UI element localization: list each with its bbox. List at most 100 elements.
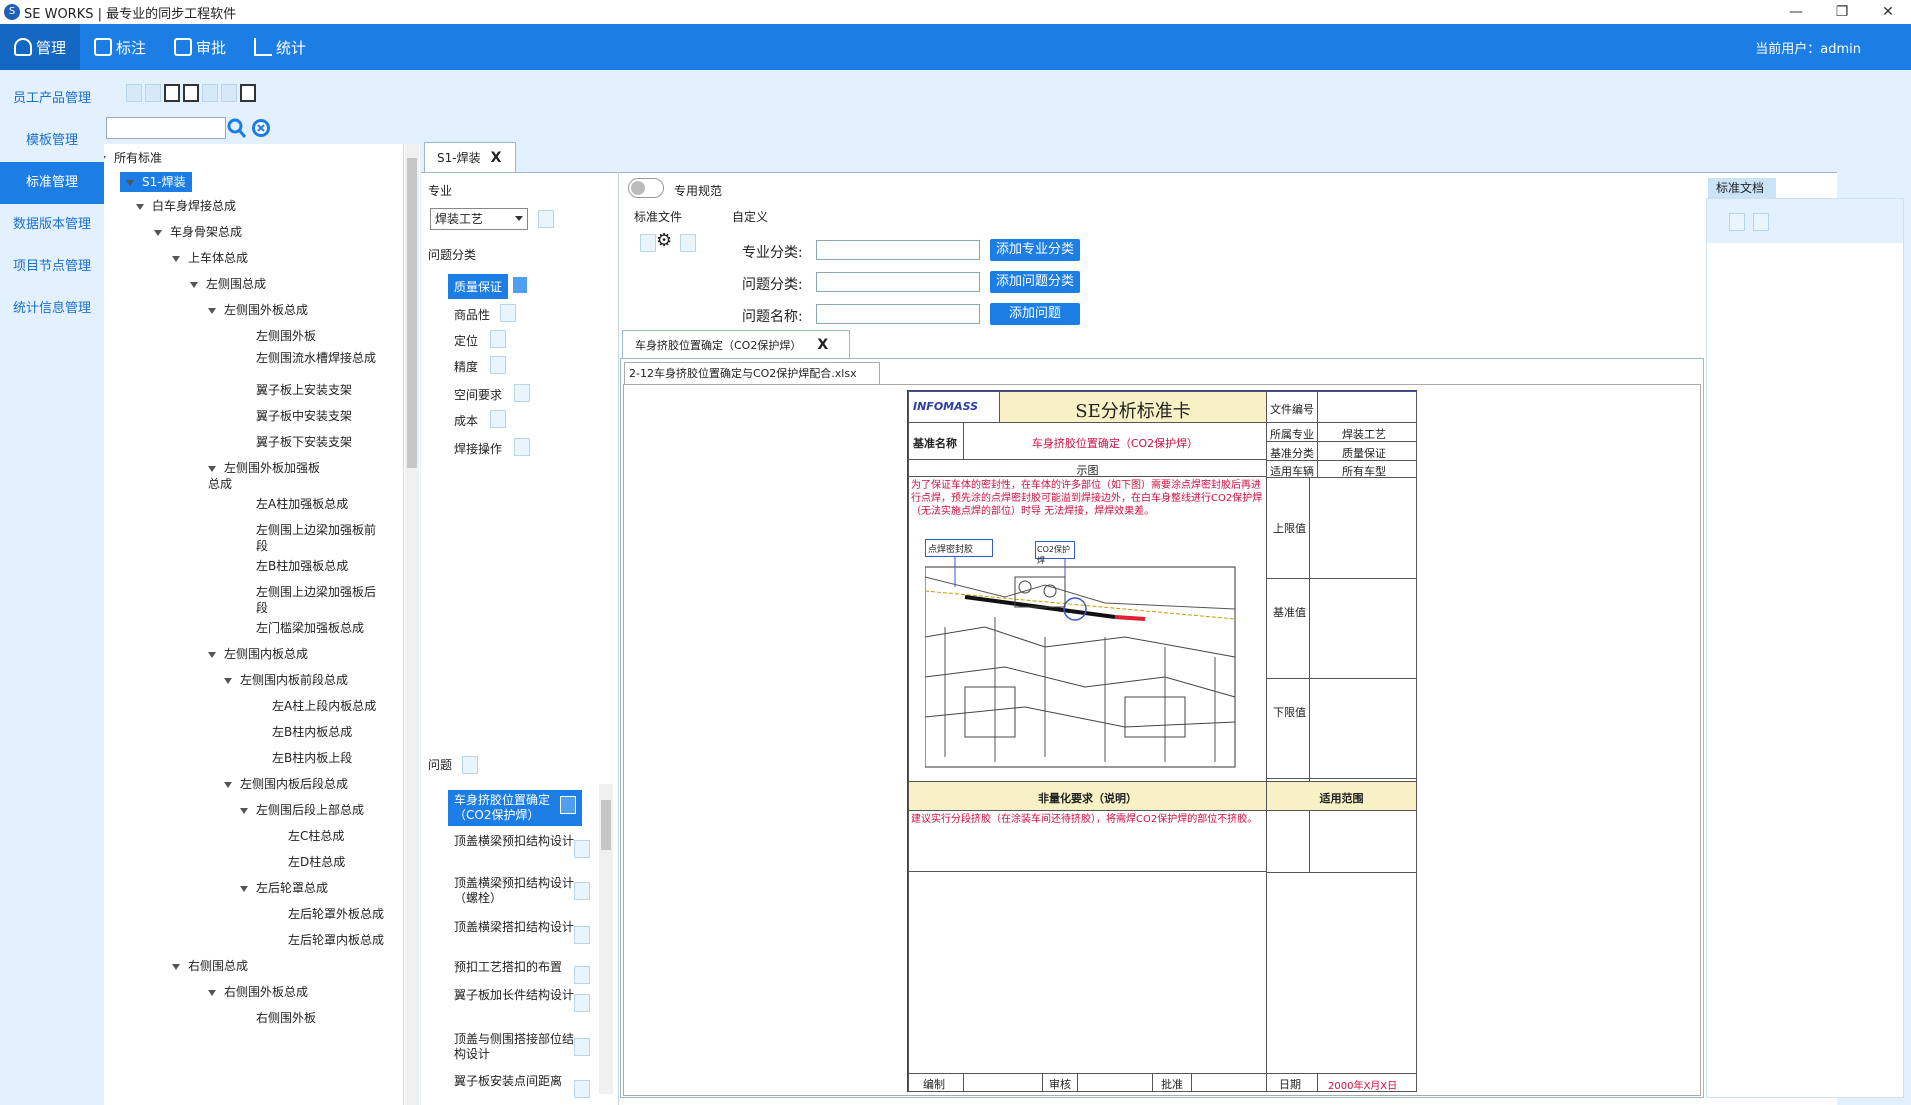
expand-triangle-icon[interactable] [136, 203, 144, 210]
expand-triangle-icon[interactable] [208, 651, 216, 658]
tree-search-input[interactable] [106, 117, 226, 139]
expand-triangle-icon[interactable] [172, 963, 180, 970]
tree-scrollbar[interactable] [405, 144, 419, 1105]
category-item[interactable]: 空间要求 [454, 386, 502, 403]
save-icon[interactable] [221, 84, 237, 102]
expand-triangle-icon[interactable] [224, 781, 232, 788]
delete-doc-icon[interactable] [1753, 213, 1769, 231]
tab-file[interactable]: 2-12车身挤胶位置确定与CO2保护焊配合.xlsx [624, 362, 880, 384]
expand-triangle-icon[interactable] [240, 885, 248, 892]
tab-document[interactable]: 车身挤胶位置确定（CO2保护焊） X [622, 330, 850, 358]
copy-icon[interactable] [240, 84, 256, 102]
trash-icon[interactable] [574, 840, 590, 858]
tree-node[interactable]: 左侧围流水槽焊接总成 [256, 350, 376, 366]
tree-node[interactable]: 左A柱加强板总成 [256, 496, 348, 512]
expand-triangle-icon[interactable] [172, 255, 180, 262]
tree-node[interactable]: 翼子板上安装支架 [256, 382, 352, 398]
tree-node[interactable]: 左侧围总成 [190, 276, 266, 292]
tab-standard-docs[interactable]: 标准文档 [1708, 178, 1776, 198]
category-item[interactable]: 质量保证 [448, 274, 509, 299]
tree-node[interactable]: 左侧围内板前段总成 [224, 672, 348, 688]
tree-node[interactable]: 左D柱总成 [288, 854, 345, 870]
problem-item[interactable]: 翼子板安装点间距离 [454, 1074, 574, 1089]
tab-s1-welding[interactable]: S1-焊装 X [424, 142, 516, 172]
problem-item[interactable]: 预扣工艺搭扣的布置 [454, 960, 574, 975]
trash-icon[interactable] [512, 276, 528, 294]
tree-node[interactable]: 翼子板下安装支架 [256, 434, 352, 450]
export-icon[interactable] [183, 84, 199, 102]
nav-tab-annotate[interactable]: 标注 [80, 24, 160, 70]
tree-node[interactable]: 左B柱内板总成 [272, 724, 352, 740]
sidebar-item-templates[interactable]: 模板管理 [0, 120, 104, 162]
tree-node[interactable]: 左后轮罩总成 [240, 880, 328, 896]
problem-name-input[interactable] [816, 304, 980, 324]
special-spec-toggle[interactable] [628, 178, 664, 198]
tree-node[interactable]: 左侧围外板加强板总成 [208, 460, 328, 492]
tree-node[interactable]: 左侧围后段上部总成 [240, 802, 364, 818]
sidebar-item-standards[interactable]: 标准管理 [0, 162, 104, 204]
tree-node[interactable]: 左C柱总成 [288, 828, 344, 844]
expand-triangle-icon[interactable] [126, 179, 134, 186]
trash-icon[interactable] [514, 384, 530, 402]
add-doc-icon[interactable] [1729, 213, 1745, 231]
tree-node[interactable]: 左侧围上边梁加强板后段 [256, 584, 376, 616]
tree-node[interactable]: 左侧围内板总成 [208, 646, 308, 662]
problem-scrollbar[interactable] [599, 784, 613, 1094]
add-file-icon[interactable] [640, 234, 656, 252]
expand-triangle-icon[interactable] [190, 281, 198, 288]
problem-cat-input[interactable] [816, 272, 980, 292]
edit-icon[interactable] [145, 84, 161, 102]
delete-icon[interactable] [202, 84, 218, 102]
tree-node[interactable]: 左A柱上段内板总成 [272, 698, 376, 714]
expand-triangle-icon[interactable] [208, 989, 216, 996]
delete-file-icon[interactable] [680, 234, 696, 252]
scrollbar-thumb[interactable] [407, 158, 417, 468]
major-select[interactable]: 焊装工艺 [430, 208, 528, 230]
trash-icon[interactable] [574, 1080, 590, 1098]
tree-node[interactable]: 翼子板中安装支架 [256, 408, 352, 424]
tree-node[interactable]: 左侧围内板后段总成 [224, 776, 348, 792]
sidebar-item-statistics[interactable]: 统计信息管理 [0, 288, 104, 330]
problem-item[interactable]: 顶盖横梁预扣结构设计（螺栓） [454, 876, 574, 906]
add-problem-cat-button[interactable]: 添加问题分类 [990, 271, 1080, 293]
tree-node[interactable]: 所有标准 [104, 150, 162, 166]
nav-tab-manage[interactable]: 管理 [0, 24, 80, 70]
trash-icon[interactable] [490, 330, 506, 348]
tree-node[interactable]: 车身骨架总成 [154, 224, 242, 240]
import-icon[interactable] [164, 84, 180, 102]
expand-triangle-icon[interactable] [224, 677, 232, 684]
close-tab-button[interactable]: X [491, 150, 502, 166]
problem-item[interactable]: 顶盖横梁搭扣结构设计 [454, 920, 574, 935]
expand-triangle-icon[interactable] [154, 229, 162, 236]
trash-icon[interactable] [490, 356, 506, 374]
scrollbar-thumb[interactable] [601, 800, 611, 850]
category-item[interactable]: 焊接操作 [454, 440, 502, 457]
clear-icon[interactable] [250, 117, 272, 139]
expand-triangle-icon[interactable] [104, 155, 106, 162]
trash-icon[interactable] [574, 926, 590, 944]
sidebar-item-data-versions[interactable]: 数据版本管理 [0, 204, 104, 246]
major-cat-input[interactable] [816, 240, 980, 260]
tree-node[interactable]: 左B柱加强板总成 [256, 558, 348, 574]
tree-node[interactable]: 左侧围上边梁加强板前段 [256, 522, 376, 554]
close-window-button[interactable]: ✕ [1865, 0, 1911, 24]
tree-node[interactable]: 白车身焊接总成 [136, 198, 236, 214]
category-item[interactable]: 精度 [454, 358, 478, 375]
expand-triangle-icon[interactable] [240, 807, 248, 814]
gear-icon[interactable]: ⚙ [656, 230, 672, 251]
tree-node[interactable]: 右侧围外板 [256, 1010, 316, 1026]
problem-item[interactable]: 顶盖与侧围搭接部位结构设计 [454, 1032, 574, 1062]
tree-node[interactable]: 上车体总成 [172, 250, 248, 266]
tree-node[interactable]: 左侧围外板 [256, 328, 316, 344]
sidebar-item-project-nodes[interactable]: 项目节点管理 [0, 246, 104, 288]
problem-item[interactable]: 翼子板加长件结构设计 [454, 988, 574, 1003]
trash-icon[interactable] [538, 210, 554, 228]
trash-icon[interactable] [514, 438, 530, 456]
tree-node[interactable]: 左后轮罩内板总成 [288, 932, 384, 948]
tree-node[interactable]: S1-焊装 [120, 172, 192, 192]
tree-node[interactable]: 左B柱内板上段 [272, 750, 352, 766]
trash-icon[interactable] [574, 966, 590, 984]
category-item[interactable]: 定位 [454, 332, 478, 349]
expand-triangle-icon[interactable] [208, 465, 216, 472]
nav-tab-approve[interactable]: 审批 [160, 24, 240, 70]
